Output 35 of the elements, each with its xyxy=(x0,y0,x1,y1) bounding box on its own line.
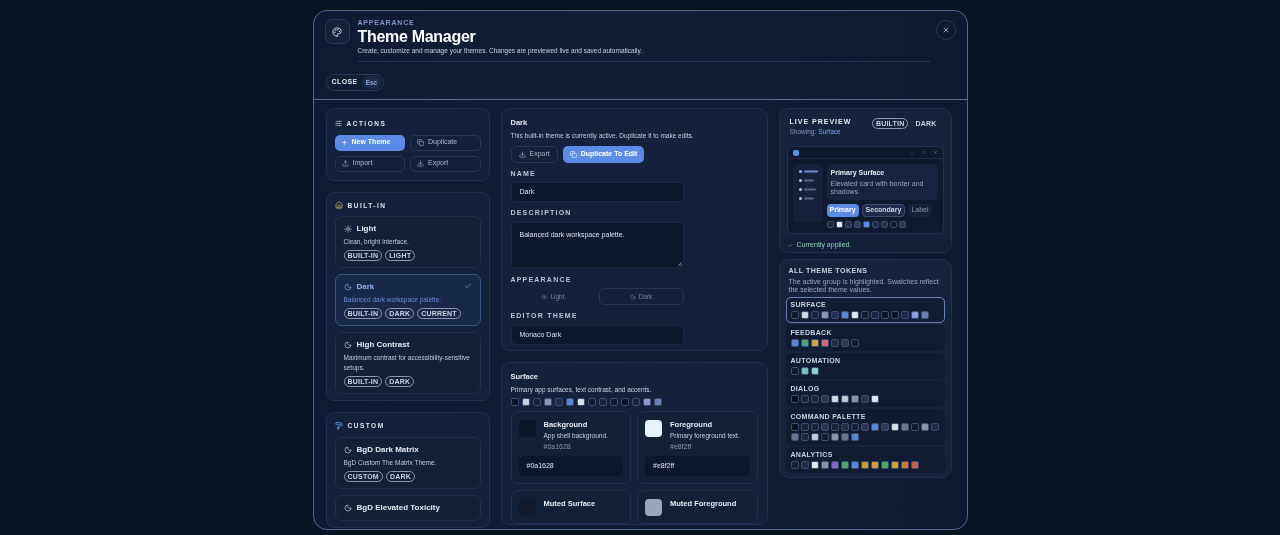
copy-icon xyxy=(417,139,424,146)
dialog-title: Theme Manager xyxy=(357,27,477,46)
theme-name: Dark xyxy=(356,281,375,294)
upload-icon xyxy=(341,160,349,167)
resize-grip-icon xyxy=(677,261,682,266)
color-swatch[interactable] xyxy=(645,499,662,517)
nav-item-icon xyxy=(798,179,815,182)
copy-icon xyxy=(569,150,577,158)
moon-icon xyxy=(343,504,352,512)
moon-icon xyxy=(343,341,352,350)
home-icon xyxy=(334,201,343,210)
sun-icon xyxy=(343,225,352,234)
close-icon xyxy=(932,150,938,155)
check-icon xyxy=(463,282,472,291)
check-icon xyxy=(787,242,793,248)
sun-icon xyxy=(541,293,548,300)
theme-name: High Contrast xyxy=(356,339,410,352)
moon-icon xyxy=(629,293,636,300)
moon-icon xyxy=(343,283,352,292)
theme-name: BgD Dark Matrix xyxy=(356,444,419,456)
theme-name: BgD Elevated Toxicity xyxy=(356,502,440,514)
plus-icon xyxy=(340,139,348,146)
download-icon xyxy=(417,160,424,167)
moon-icon xyxy=(343,446,352,454)
palette-icon xyxy=(332,26,342,37)
sliders-icon xyxy=(334,120,342,128)
theme-name: Light xyxy=(356,223,377,236)
nav-item-icon xyxy=(798,197,815,200)
paint-roller-icon xyxy=(334,422,343,431)
color-swatch[interactable] xyxy=(645,419,662,437)
download-icon xyxy=(518,150,526,158)
theme-card[interactable]: BgD Elevated Toxicity xyxy=(334,495,481,521)
nav-item-icon xyxy=(798,188,817,191)
close-icon xyxy=(941,26,950,34)
nav-item-icon xyxy=(798,170,819,173)
